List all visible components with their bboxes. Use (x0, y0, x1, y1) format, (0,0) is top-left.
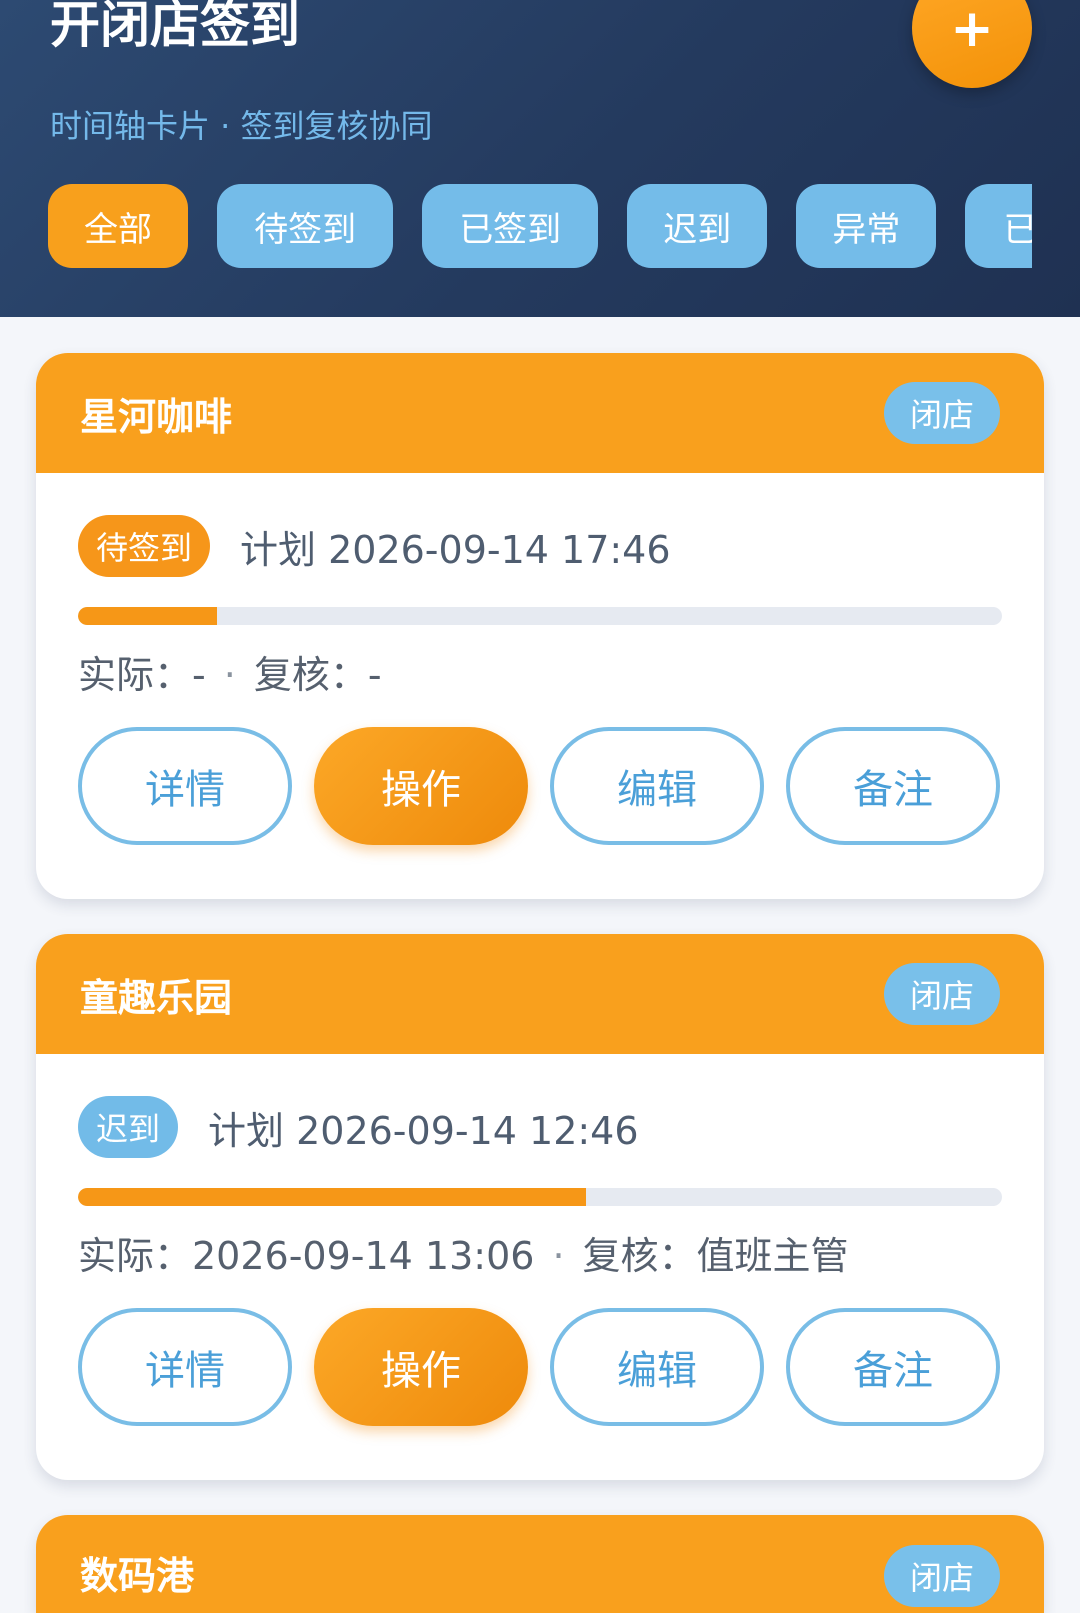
actual-time: 实际：2026-09-14 13:06 (78, 1234, 535, 1278)
planned-time: 计划 2026-09-14 12:46 (208, 1108, 639, 1153)
actual-time: 实际：- (78, 653, 206, 697)
planned-time: 计划 2026-09-14 17:46 (240, 527, 671, 572)
card-header: 数码港 闭店 (36, 1515, 1044, 1613)
filter-chip-all[interactable]: 全部 (48, 184, 188, 268)
filter-chip-label: 迟到 (663, 209, 732, 250)
store-name: 数码港 (80, 1554, 195, 1598)
filter-chip-label: 已 (1003, 209, 1032, 250)
plus-icon: + (950, 0, 994, 59)
meta-row: 实际：- · 复核：- (78, 647, 382, 703)
status-badge: 迟到 (78, 1096, 179, 1158)
checkin-card: 童趣乐园 闭店 迟到 计划 2026-09-14 12:46 实际：2026-0… (36, 934, 1044, 1480)
store-name: 星河咖啡 (80, 394, 233, 439)
reviewer: 复核：值班主管 (582, 1234, 849, 1278)
detail-button[interactable]: 详情 (78, 727, 292, 845)
type-badge: 闭店 (883, 963, 1000, 1025)
status-row: 待签到 计划 2026-09-14 17:46 (78, 515, 671, 577)
progress-bar (78, 1188, 1002, 1206)
card-actions: 详情 操作 编辑 备注 (78, 1308, 1000, 1426)
filter-chip-label: 全部 (84, 209, 152, 250)
checkin-card: 数码港 闭店 (36, 1515, 1044, 1613)
filter-chip-more[interactable]: 已 (965, 184, 1032, 268)
add-button[interactable]: + (912, 0, 1032, 88)
operate-button[interactable]: 操作 (314, 1308, 528, 1426)
note-button[interactable]: 备注 (786, 727, 1000, 845)
detail-button[interactable]: 详情 (78, 1308, 292, 1426)
filter-chip-abnormal[interactable]: 异常 (796, 184, 937, 268)
progress-fill (78, 1188, 587, 1206)
reviewer: 复核：- (253, 653, 382, 697)
filter-chip-signed[interactable]: 已签到 (422, 184, 599, 268)
filter-chip-label: 已签到 (459, 209, 562, 250)
meta-separator: · (552, 1234, 565, 1278)
card-actions: 详情 操作 编辑 备注 (78, 727, 1000, 845)
filter-chip-bar: 全部 待签到 已签到 迟到 异常 已 (48, 184, 1032, 270)
card-header: 童趣乐园 闭店 (36, 934, 1044, 1054)
filter-chip-pending[interactable]: 待签到 (217, 184, 394, 268)
progress-fill (78, 607, 217, 625)
meta-row: 实际：2026-09-14 13:06 · 复核：值班主管 (78, 1228, 849, 1284)
filter-chip-label: 异常 (832, 209, 901, 250)
status-row: 迟到 计划 2026-09-14 12:46 (78, 1096, 639, 1158)
operate-button[interactable]: 操作 (314, 727, 528, 845)
filter-chip-label: 待签到 (254, 209, 357, 250)
status-badge: 待签到 (78, 515, 211, 577)
page-title: 开闭店签到 (50, 0, 300, 54)
store-name: 童趣乐园 (80, 975, 233, 1020)
note-button[interactable]: 备注 (786, 1308, 1000, 1426)
meta-separator: · (223, 653, 236, 697)
type-badge: 闭店 (883, 1545, 1000, 1607)
page-subtitle: 时间轴卡片 · 签到复核协同 (50, 107, 433, 145)
edit-button[interactable]: 编辑 (550, 727, 764, 845)
card-header: 星河咖啡 闭店 (36, 353, 1044, 473)
progress-bar (78, 607, 1002, 625)
checkin-card: 星河咖啡 闭店 待签到 计划 2026-09-14 17:46 实际：- · 复核：… (36, 353, 1044, 899)
app-header: 开闭店签到 时间轴卡片 · 签到复核协同 + 全部 待签到 已签到 迟到 异常 … (0, 0, 1080, 317)
type-badge: 闭店 (883, 382, 1000, 444)
edit-button[interactable]: 编辑 (550, 1308, 764, 1426)
filter-chip-late[interactable]: 迟到 (627, 184, 768, 268)
